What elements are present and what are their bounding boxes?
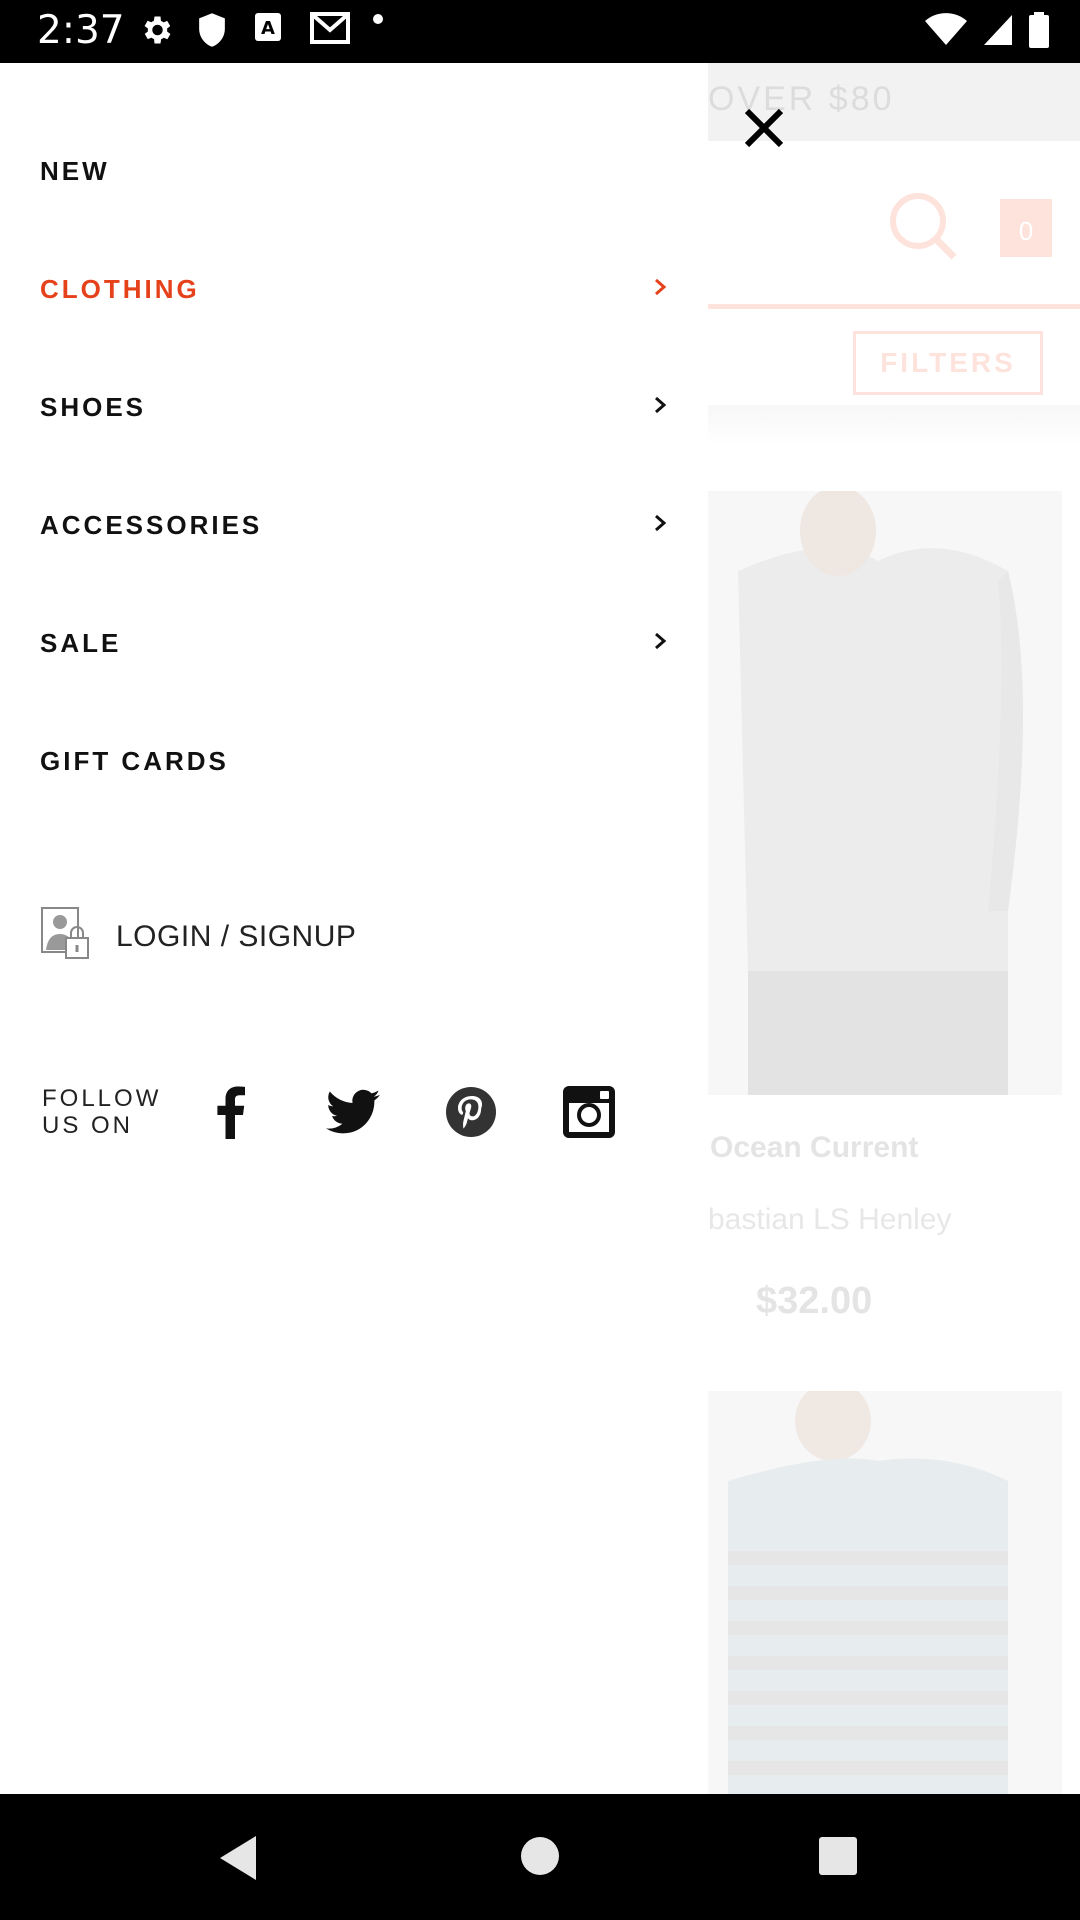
close-icon bbox=[742, 108, 786, 154]
status-time: 2:37 bbox=[37, 8, 125, 53]
back-button[interactable] bbox=[216, 1834, 260, 1887]
gmail-icon bbox=[310, 12, 372, 53]
menu-item-sale[interactable]: SALE bbox=[40, 613, 670, 673]
menu-item-shoes[interactable]: SHOES bbox=[40, 377, 670, 437]
cell-signal-icon bbox=[982, 13, 1014, 52]
home-button[interactable] bbox=[520, 1836, 560, 1881]
close-menu-button[interactable] bbox=[742, 106, 786, 150]
follow-line-2: US ON bbox=[42, 1112, 134, 1139]
menu-item-label: NEW bbox=[40, 155, 110, 186]
login-signup-link[interactable]: LOGIN / SIGNUP bbox=[40, 906, 356, 967]
menu-item-label: GIFT CARDS bbox=[40, 745, 229, 776]
social-links bbox=[202, 1085, 648, 1139]
pinterest-icon[interactable] bbox=[412, 1086, 530, 1138]
background-page: OVER $80 0 FILTERS Ocean Current bastian… bbox=[708, 63, 1080, 1794]
status-icons-left: A bbox=[138, 12, 402, 53]
shield-icon bbox=[196, 12, 254, 53]
product-name: bastian LS Henley bbox=[708, 1203, 952, 1236]
search-icon bbox=[888, 191, 960, 268]
notification-dot-icon bbox=[372, 12, 402, 53]
user-lock-icon bbox=[40, 906, 92, 967]
settings-icon bbox=[138, 12, 196, 53]
status-bar: 2:37 A bbox=[0, 0, 1080, 63]
system-nav-bar bbox=[0, 1794, 1080, 1920]
back-icon bbox=[220, 1836, 256, 1880]
filters-button: FILTERS bbox=[853, 331, 1043, 395]
follow-us-label: FOLLOW US ON bbox=[42, 1085, 202, 1139]
menu-item-new[interactable]: NEW bbox=[40, 141, 670, 201]
menu-item-gift-cards[interactable]: GIFT CARDS bbox=[40, 731, 670, 791]
twitter-icon[interactable] bbox=[294, 1089, 412, 1135]
divider-band bbox=[708, 405, 1080, 445]
menu-item-label: ACCESSORIES bbox=[40, 509, 263, 540]
facebook-icon[interactable] bbox=[202, 1085, 294, 1139]
recents-button[interactable] bbox=[818, 1836, 858, 1881]
navigation-drawer: NEW CLOTHING SHOES ACCESSORIES SALE GIFT… bbox=[0, 63, 708, 1794]
header-divider bbox=[708, 304, 1080, 309]
svg-text:A: A bbox=[261, 18, 275, 39]
chevron-right-icon bbox=[652, 275, 670, 304]
product-brand: Ocean Current bbox=[710, 1131, 919, 1164]
wifi-icon bbox=[924, 13, 968, 52]
status-icons-right bbox=[924, 12, 1050, 53]
menu-item-label: SHOES bbox=[40, 391, 147, 422]
home-icon bbox=[521, 1837, 559, 1875]
battery-icon bbox=[1028, 12, 1050, 53]
font-icon: A bbox=[254, 12, 310, 53]
menu-item-accessories[interactable]: ACCESSORIES bbox=[40, 495, 670, 555]
recents-icon bbox=[819, 1837, 857, 1875]
chevron-right-icon bbox=[652, 629, 670, 658]
follow-line-1: FOLLOW bbox=[42, 1085, 162, 1112]
menu-item-label: CLOTHING bbox=[40, 273, 200, 304]
product-image bbox=[708, 1391, 1062, 1794]
follow-us-section: FOLLOW US ON bbox=[42, 1085, 648, 1139]
product-image bbox=[708, 491, 1062, 1095]
chevron-right-icon bbox=[652, 511, 670, 540]
login-signup-label: LOGIN / SIGNUP bbox=[116, 919, 357, 953]
product-price: $32.00 bbox=[756, 1280, 873, 1322]
cart-icon: 0 bbox=[1000, 199, 1052, 257]
menu-item-clothing[interactable]: CLOTHING bbox=[40, 259, 670, 319]
menu-item-label: SALE bbox=[40, 627, 122, 658]
chevron-right-icon bbox=[652, 393, 670, 422]
instagram-icon[interactable] bbox=[530, 1085, 648, 1139]
